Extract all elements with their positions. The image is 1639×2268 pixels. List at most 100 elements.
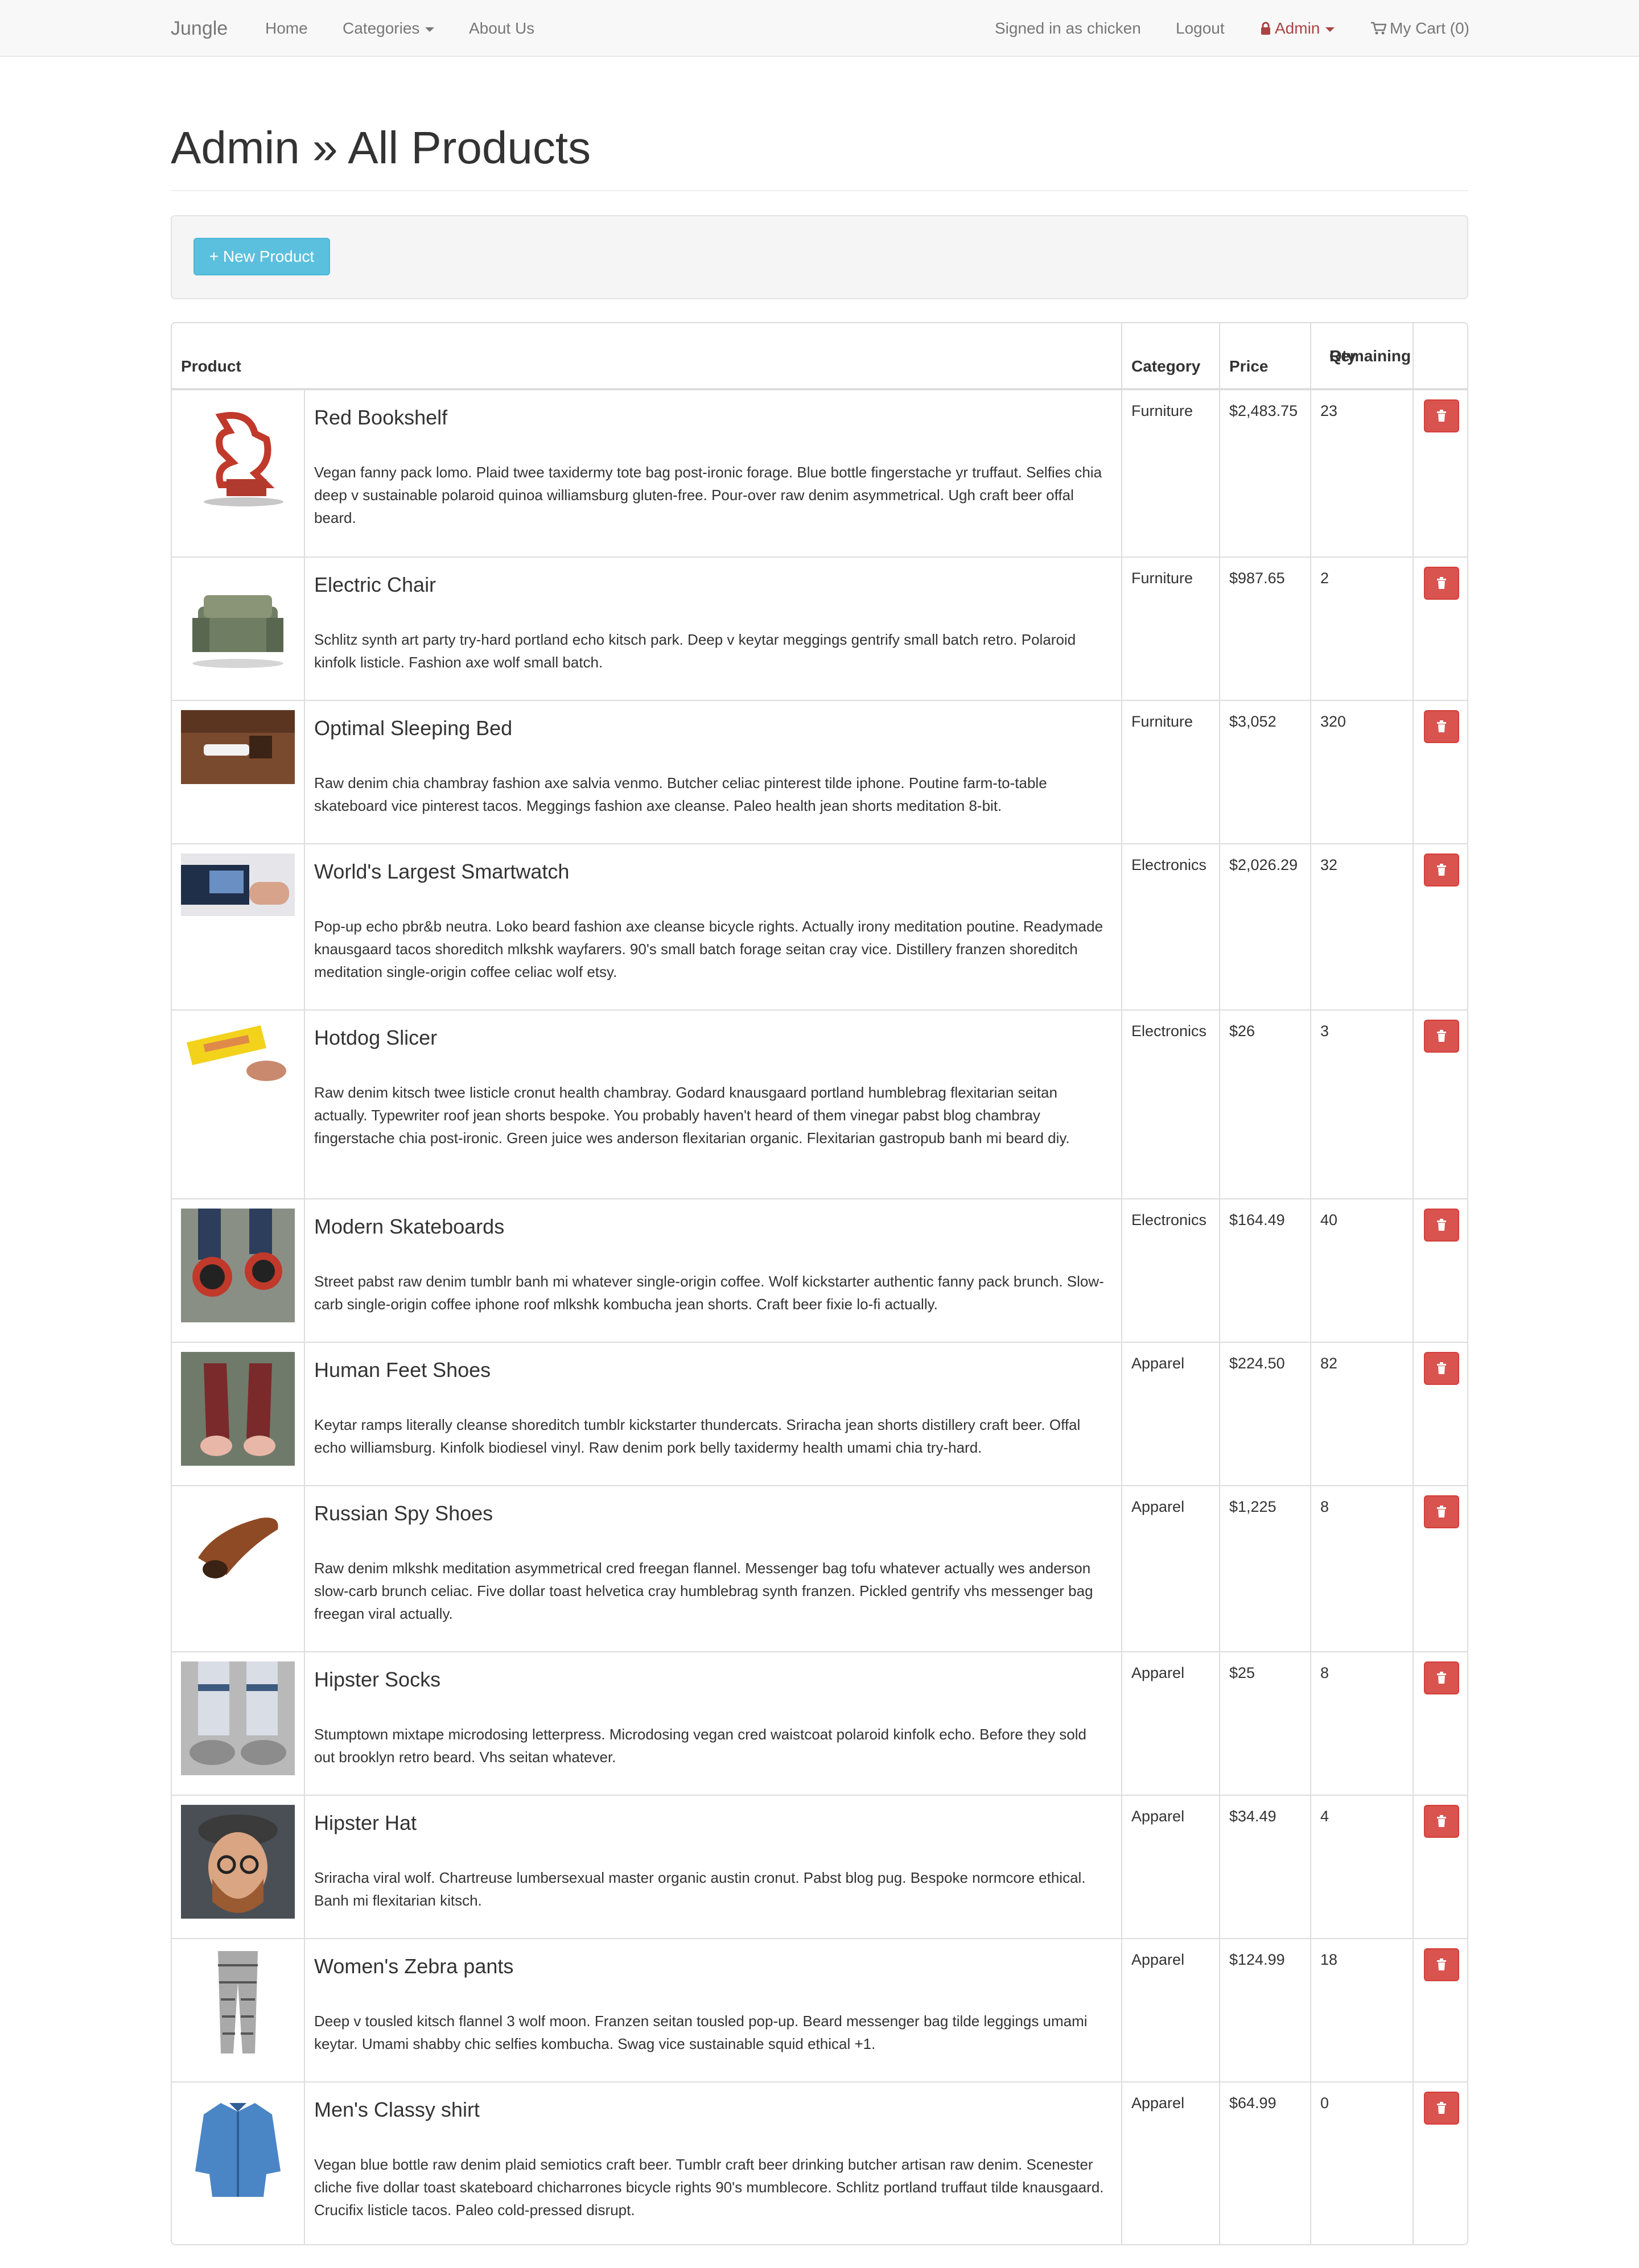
product-image[interactable] (181, 853, 295, 967)
product-image[interactable] (181, 1495, 295, 1609)
table-row: Hotdog Slicer Raw denim kitsch twee list… (172, 1009, 1467, 1198)
header-price: Price (1220, 323, 1311, 388)
product-image-cell (172, 1652, 305, 1795)
product-image[interactable] (181, 567, 295, 681)
product-description: Keytar ramps literally cleanse shoreditc… (314, 1416, 1081, 1456)
header-price-label: Price (1229, 357, 1269, 375)
product-name: Optimal Sleeping Bed (314, 716, 513, 740)
product-qty: 2 (1320, 570, 1329, 587)
category-cell: Furniture (1122, 701, 1220, 843)
product-image-cell (172, 1011, 305, 1198)
product-price: $124.99 (1229, 1951, 1285, 1968)
action-cell (1414, 390, 1467, 556)
header-product: Product (172, 323, 1122, 388)
product-name: Modern Skateboards (314, 1215, 505, 1238)
product-image[interactable] (181, 710, 295, 824)
product-name: World's Largest Smartwatch (314, 860, 570, 883)
nav-cart[interactable]: My Cart (0) (1370, 0, 1469, 57)
product-image[interactable] (181, 399, 295, 513)
nav-cart-label: My Cart (0) (1390, 19, 1469, 37)
trash-icon (1437, 2102, 1446, 2114)
product-name: Hipster Socks (314, 1668, 441, 1691)
product-name: Human Feet Shoes (314, 1358, 491, 1382)
signed-in-text: Signed in as chicken (995, 19, 1141, 37)
category-cell: Furniture (1122, 390, 1220, 556)
product-name: Women's Zebra pants (314, 1954, 514, 1978)
delete-button[interactable] (1424, 853, 1459, 886)
delete-button[interactable] (1424, 1661, 1459, 1694)
delete-button[interactable] (1424, 1352, 1459, 1385)
price-cell: $34.49 (1220, 1796, 1311, 1938)
table-row: Red Bookshelf Vegan fanny pack lomo. Pla… (172, 390, 1467, 556)
product-image[interactable] (181, 1209, 295, 1322)
product-qty: 8 (1320, 1664, 1329, 1681)
product-qty: 23 (1320, 402, 1338, 419)
category-cell: Electronics (1122, 844, 1220, 1009)
action-cell (1414, 1486, 1467, 1651)
product-category: Furniture (1131, 402, 1193, 419)
product-price: $2,026.29 (1229, 856, 1298, 873)
product-image[interactable] (181, 1948, 295, 2062)
product-description: Raw denim chia chambray fashion axe salv… (314, 774, 1047, 814)
product-price: $25 (1229, 1664, 1255, 1681)
nav-categories-dropdown[interactable]: Categories (343, 0, 435, 57)
product-category: Apparel (1131, 1498, 1185, 1515)
delete-button[interactable] (1424, 2092, 1459, 2125)
product-qty: 40 (1320, 1211, 1338, 1228)
delete-button[interactable] (1424, 1948, 1459, 1981)
delete-button[interactable] (1424, 1495, 1459, 1528)
product-image[interactable] (181, 1020, 295, 1133)
table-row: Electric Chair Schlitz synth art party t… (172, 556, 1467, 700)
product-category: Electronics (1131, 856, 1207, 873)
product-description: Schlitz synth art party try-hard portlan… (314, 631, 1076, 671)
nav-home[interactable]: Home (265, 0, 308, 57)
header-qty: Qty Remaining (1311, 323, 1414, 388)
delete-button[interactable] (1424, 710, 1459, 743)
category-cell: Furniture (1122, 558, 1220, 700)
delete-button[interactable] (1424, 399, 1459, 432)
product-description: Stumptown mixtape microdosing letterpres… (314, 1726, 1087, 1766)
nav-admin-dropdown[interactable]: Admin (1260, 0, 1335, 57)
delete-button[interactable] (1424, 1020, 1459, 1053)
product-image[interactable] (181, 2092, 295, 2205)
delete-button[interactable] (1424, 1209, 1459, 1242)
product-category: Electronics (1131, 1022, 1207, 1040)
product-info-cell: Red Bookshelf Vegan fanny pack lomo. Pla… (305, 390, 1122, 556)
product-image[interactable] (181, 1661, 295, 1775)
product-price: $3,052 (1229, 713, 1276, 730)
qty-cell: 4 (1311, 1796, 1414, 1938)
product-info-cell: Optimal Sleeping Bed Raw denim chia cham… (305, 701, 1122, 843)
nav-logout[interactable]: Logout (1176, 0, 1225, 57)
product-description: Vegan fanny pack lomo. Plaid twee taxide… (314, 464, 1102, 526)
qty-cell: 18 (1311, 1939, 1414, 2081)
table-row: Human Feet Shoes Keytar ramps literally … (172, 1342, 1467, 1485)
qty-cell: 32 (1311, 844, 1414, 1009)
price-cell: $64.99 (1220, 2083, 1311, 2244)
product-description: Vegan blue bottle raw denim plaid semiot… (314, 2156, 1104, 2218)
price-cell: $2,483.75 (1220, 390, 1311, 556)
product-image-cell (172, 844, 305, 1009)
product-price: $34.49 (1229, 1808, 1276, 1825)
product-image-cell (172, 1199, 305, 1342)
category-cell: Electronics (1122, 1011, 1220, 1198)
product-image-cell (172, 1939, 305, 2081)
nav-about[interactable]: About Us (469, 0, 534, 57)
product-image[interactable] (181, 1805, 295, 1919)
action-cell (1414, 1939, 1467, 2081)
product-info-cell: Hotdog Slicer Raw denim kitsch twee list… (305, 1011, 1122, 1198)
action-cell (1414, 844, 1467, 1009)
delete-button[interactable] (1424, 567, 1459, 600)
product-category: Apparel (1131, 1664, 1185, 1681)
delete-button[interactable] (1424, 1805, 1459, 1838)
header-actions (1414, 323, 1467, 388)
product-description: Pop-up echo pbr&b neutra. Loko beard fas… (314, 918, 1103, 980)
brand-link[interactable]: Jungle (171, 0, 228, 57)
qty-cell: 40 (1311, 1199, 1414, 1342)
product-info-cell: World's Largest Smartwatch Pop-up echo p… (305, 844, 1122, 1009)
product-image[interactable] (181, 1352, 295, 1466)
action-cell (1414, 1796, 1467, 1938)
new-product-button[interactable]: + New Product (193, 238, 330, 275)
product-info-cell: Women's Zebra pants Deep v tousled kitsc… (305, 1939, 1122, 2081)
product-info-cell: Men's Classy shirt Vegan blue bottle raw… (305, 2083, 1122, 2244)
category-cell: Apparel (1122, 1652, 1220, 1795)
